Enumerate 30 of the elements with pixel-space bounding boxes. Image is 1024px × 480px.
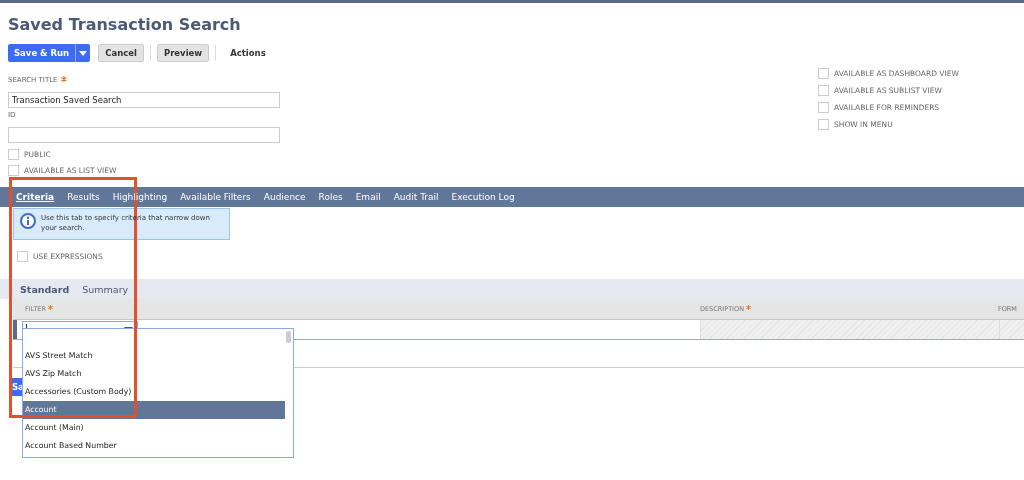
tab[interactable]: Audit Trail xyxy=(393,192,439,202)
toolbar-button[interactable]: Cancel xyxy=(98,44,144,62)
tab[interactable]: Available Filters xyxy=(180,192,251,202)
tab[interactable]: Audience xyxy=(263,192,306,202)
scrollbar-thumb[interactable] xyxy=(286,331,291,343)
tab[interactable]: Results xyxy=(67,192,100,202)
text-field[interactable] xyxy=(8,127,280,143)
description-cell[interactable] xyxy=(700,320,999,339)
page-title: Saved Transaction Search xyxy=(8,15,242,35)
subtab[interactable]: Summary xyxy=(82,283,129,295)
checkbox[interactable] xyxy=(818,119,829,130)
save-and-run-button[interactable]: Save & Run xyxy=(8,44,76,62)
checkbox[interactable] xyxy=(818,102,829,113)
actions-menu[interactable]: Actions xyxy=(230,48,266,58)
checkbox[interactable] xyxy=(8,164,19,176)
form-cell[interactable] xyxy=(999,320,1024,339)
text-field[interactable]: Transaction Saved Search xyxy=(8,92,280,108)
caret-icon xyxy=(79,50,88,56)
tab[interactable]: Roles xyxy=(318,192,343,202)
tab[interactable]: Email xyxy=(355,192,381,202)
toolbar-button[interactable]: Preview xyxy=(156,44,210,62)
checkbox[interactable] xyxy=(818,68,829,79)
info-icon xyxy=(20,213,36,229)
checkbox[interactable] xyxy=(17,250,28,262)
checkbox[interactable] xyxy=(8,148,19,160)
dropdown-button[interactable] xyxy=(75,44,91,62)
tab[interactable]: Execution Log xyxy=(451,192,515,202)
checkbox[interactable] xyxy=(818,85,829,96)
tab[interactable]: Criteria xyxy=(16,192,55,202)
subtab[interactable]: Standard xyxy=(20,283,70,295)
